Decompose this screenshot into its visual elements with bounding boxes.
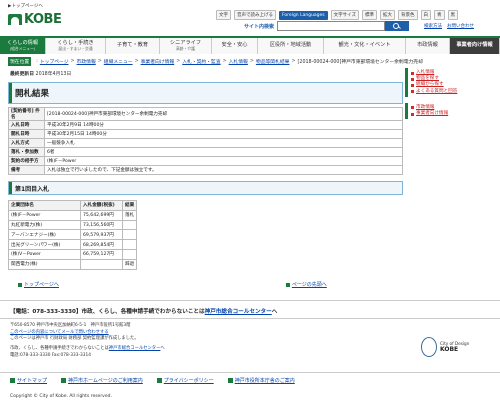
breadcrumb-item-city[interactable]: 市政情報 [77, 58, 96, 65]
arrow-icon [61, 378, 67, 383]
last-updated-label: 最終更新日 [10, 72, 34, 77]
gnav-item-city-info[interactable]: 市政情報 [406, 38, 450, 54]
kobe-logo[interactable]: KOBE [8, 11, 62, 27]
inquiry-link[interactable]: お問い合わせ [447, 23, 474, 29]
footer-link-cityhall[interactable]: 神戸市役所本庁舎のご案内 [227, 377, 295, 384]
to-top-page-link[interactable]: トップページへ [18, 281, 59, 288]
search-input[interactable] [277, 21, 386, 31]
page-nav-links: トップページへ ページの先頭へ [8, 281, 403, 288]
divider [0, 318, 500, 319]
gnav-item-tourism[interactable]: 観光・文化・イベント [324, 38, 406, 54]
table-row: 出光グリーンパワー(株) 68,269,854円 [8, 239, 138, 250]
breadcrumb-current: [2018-00024-000]神戸市東部環境センター余剰電力売却 [297, 60, 423, 65]
audio-read-button[interactable]: 音声で読み上げる [234, 10, 276, 20]
gnav-item-childcare[interactable]: 子育て・教育 [106, 38, 160, 54]
table-row: [契約番号] 件名 [2018-00024-000]神戸市東部環境センター余剰電力… [8, 107, 403, 121]
table-row: 入札方式 一般競争入札 [8, 138, 403, 148]
table-header-row: 企業団体名 入札金額(税抜) 結果 [8, 200, 138, 211]
skip-to-top-link[interactable]: ▶トップページへ [8, 3, 43, 9]
arrow-up-icon [285, 282, 290, 287]
breadcrumb-item-bid-info[interactable]: 入札情報 [229, 58, 248, 65]
char-size-enlarge-button[interactable]: 拡大 [380, 10, 396, 20]
table-row: 開札日時 平成30年2月15日 14時00分 [8, 129, 403, 139]
char-size-standard-button[interactable]: 標準 [362, 10, 378, 20]
callcenter-link[interactable]: 神戸市総合コールセンター [205, 309, 272, 315]
table-row: 丸紅新電力(株) 73,156,560円 [8, 219, 138, 231]
search-button[interactable] [385, 21, 410, 31]
callcenter-notice: 【電話：078-333-3330】市政、くらし、各種申請手続でわからないことは神… [10, 309, 278, 315]
gnav-item-procedures[interactable]: くらし・手続き 届出・すまい・交通 [46, 38, 106, 54]
footer-link-usage[interactable]: 神戸市ホームページのご利用案内 [61, 377, 143, 384]
breadcrumb-current-marker: 現在位置 [8, 57, 32, 66]
table-row: 入札日時 平成30年2月9日 14時00分 [8, 120, 403, 130]
footer-link-sitemap[interactable]: サイトマップ [10, 377, 47, 384]
side-item[interactable]: よくある質問と回答 [411, 89, 490, 95]
arrow-icon [10, 378, 15, 383]
table-row: 備考 入札は独立で行いましたので、下記金額は独立です。 [8, 165, 403, 175]
global-navigation: くらしの情報 (組合メニュー) くらし・手続き 届出・すまい・交通 子育て・教育 シ… [0, 36, 500, 54]
breadcrumb-item-goods-result[interactable]: 物品等関札結果 [256, 58, 290, 65]
foreign-languages-button[interactable]: Foreign Languages [279, 10, 328, 20]
gnav-item-kurashi-info[interactable]: くらしの情報 (組合メニュー) [0, 38, 46, 54]
arrow-icon [227, 378, 233, 383]
arrow-icon [18, 282, 22, 287]
footer-link-privacy[interactable]: プライバシーポリシー [156, 377, 214, 384]
gnav-item-ward-office[interactable]: 区役所・地域活動 [258, 38, 324, 54]
breadcrumb-item-business[interactable]: 事業者向け情報 [141, 58, 175, 65]
mail-inquiry-link[interactable]: このページの内容についてメールで問い合わせする [10, 330, 109, 335]
table-row: (株)F－Power 75,642,699円 落札 [8, 209, 138, 221]
contract-info-table: [契約番号] 件名 [2018-00024-000]神戸市東部環境センター余剰電力… [8, 107, 403, 175]
search-label: サイト内検索 [244, 23, 275, 30]
site-header: KOBE 文字 音声で読み上げる Foreign Languages 文字サイズ… [0, 10, 500, 34]
text-mode-button[interactable]: 文字 [216, 10, 231, 20]
footer-links: サイトマップ 神戸市ホームページのご利用案内 プライバシーポリシー 神戸市役所本… [10, 377, 490, 384]
breadcrumb-item-org[interactable]: 組織メニュー [104, 58, 133, 65]
design-city-badge: City of Design KOBE [421, 327, 491, 367]
callcenter-footer-link[interactable]: 神戸市総合コールセンター [109, 346, 161, 351]
arrow-icon [156, 378, 162, 383]
site-search: サイト内検索 [244, 21, 410, 31]
search-howto-link[interactable]: 検索方法 [424, 23, 442, 29]
contact-address: 〒650-8570 神戸市中央区加納町6-5-1 神戸市役所1号館3階 このペー… [10, 323, 165, 358]
page-title: 開札結果 [8, 82, 403, 104]
breadcrumb-item-top[interactable]: トップページ [40, 58, 69, 65]
to-page-top-link[interactable]: ページの先頭へ [285, 281, 327, 288]
table-row: アーバンエナジー(株) 69,579,937円 [8, 229, 138, 241]
search-help-links: 検索方法 お問い合わせ [424, 23, 474, 29]
kobe-logo-mark-icon [8, 13, 22, 25]
unesco-logo-icon [421, 337, 437, 357]
table-row: (株)V－Power 66,759,127円 [8, 248, 138, 260]
bg-black-button[interactable]: 黒 [447, 10, 459, 20]
table-row: 落札・参加数 6者 [8, 147, 403, 157]
gnav-item-senior[interactable]: シニアライフ 高齢・介護 [160, 38, 212, 54]
side-group-secondary: 市政情報 事業者向け情報 [405, 102, 493, 120]
divider [0, 300, 500, 301]
copyright: Copyright © City of Kobe. All rights res… [10, 394, 112, 399]
char-size-label: 文字サイズ [330, 10, 360, 20]
breadcrumb: 現在位置 : トップページ > 市政情報 > 組織メニュー > 事業者向け情報 > 入札… [8, 57, 423, 66]
bg-color-label: 背景色 [398, 10, 418, 20]
utility-bar: 文字 音声で読み上げる Foreign Languages 文字サイズ 標準 拡… [216, 10, 459, 20]
table-row: 関西電力(株) 辞退 [8, 258, 138, 270]
last-updated-value: 2018年4月13日 [35, 72, 72, 77]
bg-white-button[interactable]: 白 [420, 10, 432, 20]
last-updated: 最終更新日 2018年4月13日 [10, 70, 71, 77]
bid-results-table: 企業団体名 入札金額(税抜) 結果 (株)F－Power 75,642,699円落… [8, 200, 138, 270]
section-title: 第1回目入札 [8, 181, 403, 195]
divider [0, 372, 500, 373]
bg-blue-button[interactable]: 青 [434, 10, 445, 20]
gnav-item-business[interactable]: 事業者向け情報 [450, 38, 500, 54]
breadcrumb-item-bidding[interactable]: 入札・契約・監査 [182, 58, 220, 65]
side-navigation: 入札情報 物品を探す 組織から探す よくある質問と回答 市政情報 事業者向け情報 [405, 68, 493, 120]
gnav-item-safety[interactable]: 安全・安心 [212, 38, 258, 54]
logo-text: KOBE [24, 11, 62, 27]
table-row: 契約の相手方 (株)F－Power [8, 156, 403, 166]
side-group-primary: 入札情報 物品を探す 組織から探す よくある質問と回答 [405, 68, 493, 97]
side-item[interactable]: 事業者向け情報 [411, 111, 490, 117]
